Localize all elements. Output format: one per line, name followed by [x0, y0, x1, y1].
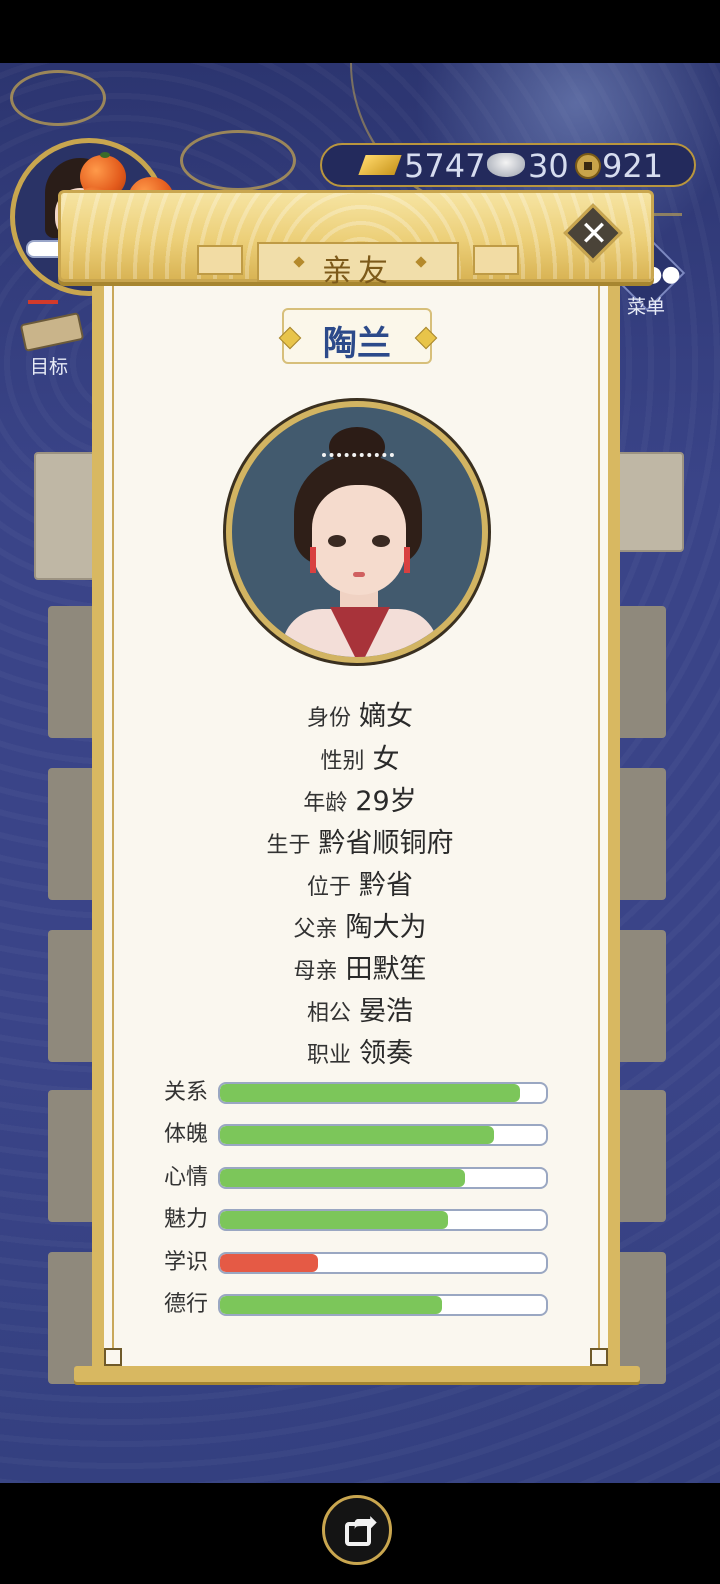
- info-value: 嫡女: [359, 701, 413, 732]
- gold-ingot-icon: [358, 155, 402, 175]
- menu-label: 菜单: [627, 296, 666, 318]
- info-label: 生于: [266, 833, 311, 858]
- stat-fill: [220, 1254, 318, 1272]
- info-value: 黔省顺铜府: [318, 828, 454, 859]
- stat-bar-knowledge: [218, 1252, 548, 1274]
- info-row-mother: 母亲 田默笙: [0, 950, 720, 990]
- stat-fill: [220, 1169, 465, 1187]
- stat-fill: [220, 1211, 449, 1229]
- person-name: 陶兰: [323, 324, 391, 364]
- portrait-eye: [372, 535, 390, 547]
- info-row-husband: 相公 晏浩: [0, 992, 720, 1032]
- silver-ingot-icon: [487, 153, 525, 177]
- stat-bar-mood: [218, 1167, 548, 1189]
- header-ornament: [473, 245, 519, 275]
- leaf-icon: [100, 152, 110, 158]
- scroll-bottom-rod: [74, 1366, 640, 1382]
- dialog-title-box: 亲友: [257, 242, 459, 289]
- person-portrait: [226, 401, 488, 663]
- info-row-gender: 性别女: [0, 740, 720, 780]
- info-row-occupation: 职业 领奏: [0, 1034, 720, 1074]
- stat-label: 德行: [164, 1292, 209, 1317]
- info-value: 领奏: [359, 1038, 413, 1069]
- info-value: 女: [372, 744, 400, 775]
- corner-ornament: [590, 1348, 608, 1366]
- target-button[interactable]: [14, 300, 85, 352]
- stat-bar-virtue: [218, 1294, 548, 1316]
- stat-fill: [220, 1084, 520, 1102]
- info-row-birthplace: 生于 黔省顺铜府: [0, 824, 720, 864]
- gold-count: 5747: [404, 147, 486, 185]
- portrait-eye: [328, 535, 346, 547]
- info-label: 母亲: [293, 959, 338, 984]
- stat-label: 学识: [164, 1250, 209, 1275]
- target-label: 目标: [30, 356, 69, 378]
- info-label: 父亲: [293, 917, 338, 942]
- info-value: 田默笙: [345, 954, 427, 985]
- stat-fill: [220, 1296, 442, 1314]
- info-label: 身份: [306, 706, 351, 731]
- info-label: 相公: [306, 1001, 351, 1026]
- info-label: 职业: [306, 1043, 351, 1068]
- dialog-header: 亲友: [58, 190, 654, 289]
- close-icon[interactable]: ✕: [576, 212, 612, 256]
- stat-label: 魅力: [164, 1207, 209, 1232]
- target-burst-icon: [28, 300, 58, 318]
- info-row-location: 位于 黔省: [0, 866, 720, 906]
- header-ornament: [197, 245, 243, 275]
- status-bar: [0, 0, 720, 63]
- silver-count: 30: [528, 147, 569, 185]
- stat-label: 关系: [164, 1080, 209, 1105]
- stat-fill: [220, 1126, 494, 1144]
- info-row-age: 年龄 29岁: [0, 782, 720, 822]
- earring-icon: [404, 547, 410, 573]
- currency-bar: 5747 30 921: [320, 143, 696, 187]
- info-row-father: 父亲 陶大为: [0, 908, 720, 948]
- stat-label: 体魄: [164, 1122, 209, 1147]
- stat-label: 心情: [164, 1165, 209, 1190]
- hair-pearls: [322, 453, 394, 461]
- info-row-identity: 身份 嫡女: [0, 697, 720, 737]
- info-value: 晏浩: [359, 996, 413, 1027]
- stat-bar-relationship: [218, 1082, 548, 1104]
- name-plate: 陶兰: [278, 308, 438, 364]
- corner-ornament: [104, 1348, 122, 1366]
- coin-count: 921: [602, 147, 664, 185]
- info-value: 黔省: [359, 870, 413, 901]
- cloud-decoration: [180, 130, 296, 191]
- portrait-mouth: [353, 572, 365, 577]
- info-label: 位于: [306, 875, 351, 900]
- stat-bar-charm: [218, 1209, 548, 1231]
- share-arrow-icon: ➦: [353, 1505, 379, 1540]
- info-value: 29岁: [355, 786, 417, 817]
- info-label: 性别: [320, 749, 365, 774]
- stat-bar-physique: [218, 1124, 548, 1146]
- dialog-title: 亲友: [322, 254, 394, 289]
- portrait-face: [312, 485, 406, 595]
- info-label: 年龄: [303, 791, 348, 816]
- info-value: 陶大为: [345, 912, 427, 943]
- scroll-icon: [19, 312, 85, 352]
- copper-coin-icon: [575, 153, 601, 179]
- earring-icon: [310, 547, 316, 573]
- share-button[interactable]: ➦: [322, 1495, 392, 1565]
- cloud-decoration: [10, 70, 106, 126]
